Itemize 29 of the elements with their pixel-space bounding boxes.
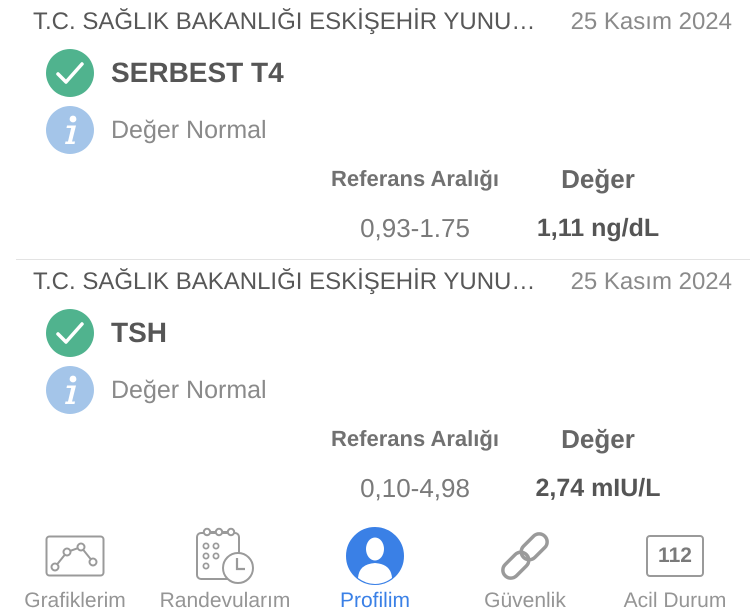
result-date: 25 Kasım 2024 [570,7,732,37]
column-header: Referans Aralığı [331,425,499,453]
info-icon [46,106,94,154]
column-header: Değer [561,163,635,195]
tab-button[interactable]: Güvenlik [450,527,600,616]
line-chart-icon [45,535,105,577]
test-name: TSH [111,316,167,350]
tab-button[interactable]: 112 Acil Durum [600,527,750,616]
result-date: 25 Kasım 2024 [570,267,732,297]
profile-icon [346,527,404,585]
hospital-name: T.C. SAĞLIK BAKANLIĞI ESKİŞEHİR YUNU… [33,267,536,297]
hospital-name: T.C. SAĞLIK BAKANLIĞI ESKİŞEHİR YUNU… [33,7,536,37]
reference-range-text: 0,93-1.75 [360,212,470,244]
tab-button[interactable]: Grafiklerim [0,527,150,616]
calendar-clock-icon [195,527,255,585]
test-name: SERBEST T4 [111,56,284,90]
reference-range-text: 0,10-4,98 [360,472,470,504]
info-icon [46,366,94,414]
result-value-text: 1,11 ng/dL [536,213,660,244]
check-circle-icon [46,309,94,357]
emergency-number-tile: 112 [646,535,704,577]
tab-button[interactable]: Profilim [300,527,450,616]
result-value-text: 2,74 mIU/L [535,473,661,504]
tab-button[interactable]: Randevularım [150,527,300,616]
check-circle-icon [46,49,94,97]
column-header: Referans Aralığı [331,165,499,193]
column-header: Değer [561,423,635,455]
status-text: Değer Normal [111,115,267,146]
status-text: Değer Normal [111,375,267,406]
